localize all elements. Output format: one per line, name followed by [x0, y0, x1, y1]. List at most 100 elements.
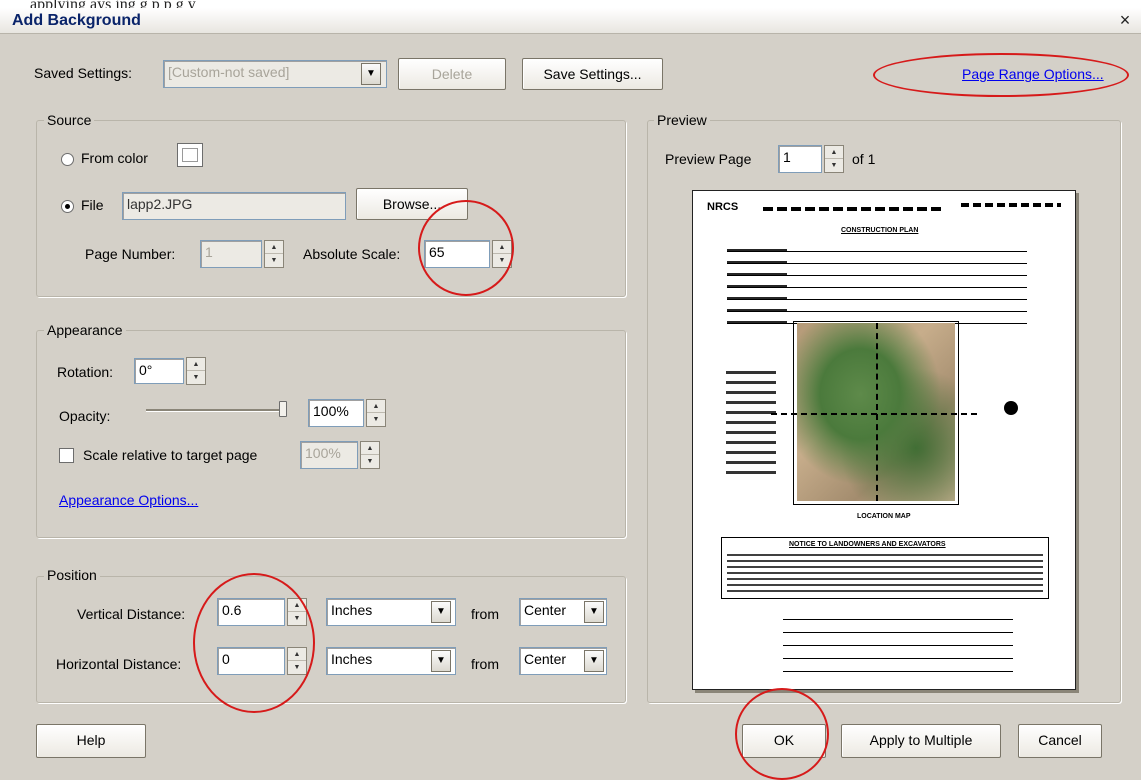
spin-up-icon[interactable]: ▲ [361, 442, 379, 455]
horizontal-distance-value: 0 [222, 651, 230, 667]
spin-down-icon[interactable]: ▼ [187, 371, 205, 384]
opacity-slider-thumb[interactable] [279, 401, 287, 417]
opacity-value: 100% [313, 403, 349, 419]
color-swatch-button[interactable] [177, 143, 203, 167]
dialog-titlebar: Add Background × [0, 8, 1141, 34]
opacity-stepper[interactable]: ▲ ▼ [366, 399, 386, 427]
spin-down-icon[interactable]: ▼ [265, 254, 283, 267]
vertical-distance-stepper[interactable]: ▲ ▼ [287, 598, 307, 626]
chevron-down-icon[interactable]: ▼ [584, 650, 604, 672]
rotation-stepper[interactable]: ▲ ▼ [186, 357, 206, 385]
preview-page-image: NRCS CONSTRUCTION PLAN LOCATION MAP NOTI… [692, 190, 1076, 690]
spin-down-icon[interactable]: ▼ [288, 612, 306, 625]
doc-map-caption: LOCATION MAP [857, 513, 911, 520]
appearance-options-link[interactable]: Appearance Options... [59, 492, 198, 508]
preview-page-field[interactable]: 1 [778, 145, 822, 173]
doc-form-labels [727, 247, 787, 327]
ok-button[interactable]: OK [742, 724, 826, 758]
save-settings-button[interactable]: Save Settings... [522, 58, 663, 90]
browse-button[interactable]: Browse... [356, 188, 468, 220]
horizontal-unit-value: Inches [331, 651, 373, 667]
from-color-label: From color [81, 150, 148, 166]
delete-button[interactable]: Delete [398, 58, 506, 90]
chevron-down-icon[interactable]: ▼ [361, 63, 381, 85]
absolute-scale-field[interactable]: 65 [424, 240, 490, 268]
file-radio[interactable] [61, 200, 74, 213]
position-group-label: Position [44, 567, 100, 583]
saved-settings-select[interactable]: [Custom-not saved] [163, 60, 387, 88]
color-swatch-preview [182, 148, 198, 162]
doc-header-text [763, 207, 943, 211]
scale-relative-label: Scale relative to target page [83, 447, 258, 463]
position-group [36, 576, 626, 703]
vertical-from-label: from [471, 606, 499, 622]
cancel-button[interactable]: Cancel [1018, 724, 1102, 758]
spin-down-icon[interactable]: ▼ [288, 661, 306, 674]
source-group-label: Source [44, 112, 95, 128]
dialog-title: Add Background [12, 12, 141, 29]
scale-relative-checkbox[interactable] [59, 448, 74, 463]
appearance-group-label: Appearance [44, 322, 126, 338]
spin-up-icon[interactable]: ▲ [367, 400, 385, 413]
file-path-field[interactable]: lapp2.JPG [122, 192, 346, 220]
apply-to-multiple-button[interactable]: Apply to Multiple [841, 724, 1001, 758]
preview-page-value: 1 [783, 149, 791, 165]
doc-notice-text [727, 554, 1043, 592]
rotation-value: 0° [139, 362, 153, 378]
opacity-label: Opacity: [59, 408, 111, 424]
preview-of-label: of 1 [852, 151, 876, 167]
file-path-value: lapp2.JPG [127, 196, 193, 212]
page-number-field[interactable]: 1 [200, 240, 262, 268]
scale-relative-field[interactable]: 100% [300, 441, 358, 469]
saved-settings-label: Saved Settings: [34, 65, 133, 81]
spin-down-icon[interactable]: ▼ [825, 159, 843, 172]
doc-map-crosshair-h [771, 413, 977, 415]
chevron-down-icon[interactable]: ▼ [431, 601, 451, 623]
horizontal-distance-field[interactable]: 0 [217, 647, 285, 675]
page-range-options-link[interactable]: Page Range Options... [962, 66, 1104, 82]
spin-up-icon[interactable]: ▲ [265, 241, 283, 254]
doc-side-text [726, 371, 776, 481]
horizontal-from-value: Center [524, 651, 567, 667]
spin-up-icon[interactable]: ▲ [187, 358, 205, 371]
page-number-stepper[interactable]: ▲ ▼ [264, 240, 284, 268]
vertical-distance-field[interactable]: 0.6 [217, 598, 285, 626]
horizontal-distance-stepper[interactable]: ▲ ▼ [287, 647, 307, 675]
help-button[interactable]: Help [36, 724, 146, 758]
vertical-distance-value: 0.6 [222, 602, 242, 618]
horizontal-distance-label: Horizontal Distance: [56, 656, 182, 672]
page-number-value: 1 [205, 244, 213, 260]
absolute-scale-value: 65 [429, 244, 445, 260]
spin-down-icon[interactable]: ▼ [361, 455, 379, 468]
scale-relative-stepper[interactable]: ▲ ▼ [360, 441, 380, 469]
preview-page-stepper[interactable]: ▲ ▼ [824, 145, 844, 173]
opacity-field[interactable]: 100% [308, 399, 364, 427]
spin-down-icon[interactable]: ▼ [367, 413, 385, 426]
doc-notice-title: NOTICE TO LANDOWNERS AND EXCAVATORS [789, 541, 946, 548]
close-icon[interactable]: × [1115, 10, 1135, 30]
preview-group-label: Preview [654, 112, 710, 128]
vertical-unit-value: Inches [331, 602, 373, 618]
opacity-slider-track[interactable] [146, 409, 286, 412]
rotation-field[interactable]: 0° [134, 358, 184, 384]
spin-up-icon[interactable]: ▲ [288, 648, 306, 661]
absolute-scale-label: Absolute Scale: [303, 246, 401, 262]
from-color-radio[interactable] [61, 153, 74, 166]
saved-settings-value: [Custom-not saved] [168, 64, 290, 80]
doc-plan-title: CONSTRUCTION PLAN [841, 227, 919, 234]
page-number-label: Page Number: [85, 246, 176, 262]
rotation-label: Rotation: [57, 364, 114, 380]
preview-page-label: Preview Page [665, 151, 752, 167]
vertical-distance-label: Vertical Distance: [77, 606, 186, 622]
chevron-down-icon[interactable]: ▼ [431, 650, 451, 672]
spin-down-icon[interactable]: ▼ [493, 254, 511, 267]
doc-map-crosshair-v [876, 323, 878, 501]
spin-up-icon[interactable]: ▲ [825, 146, 843, 159]
absolute-scale-stepper[interactable]: ▲ ▼ [492, 240, 512, 268]
chevron-down-icon[interactable]: ▼ [584, 601, 604, 623]
spin-up-icon[interactable]: ▲ [288, 599, 306, 612]
nrcs-logo: NRCS [707, 201, 739, 213]
spin-up-icon[interactable]: ▲ [493, 241, 511, 254]
doc-header-text [961, 203, 1061, 207]
north-arrow-icon [1004, 401, 1018, 415]
